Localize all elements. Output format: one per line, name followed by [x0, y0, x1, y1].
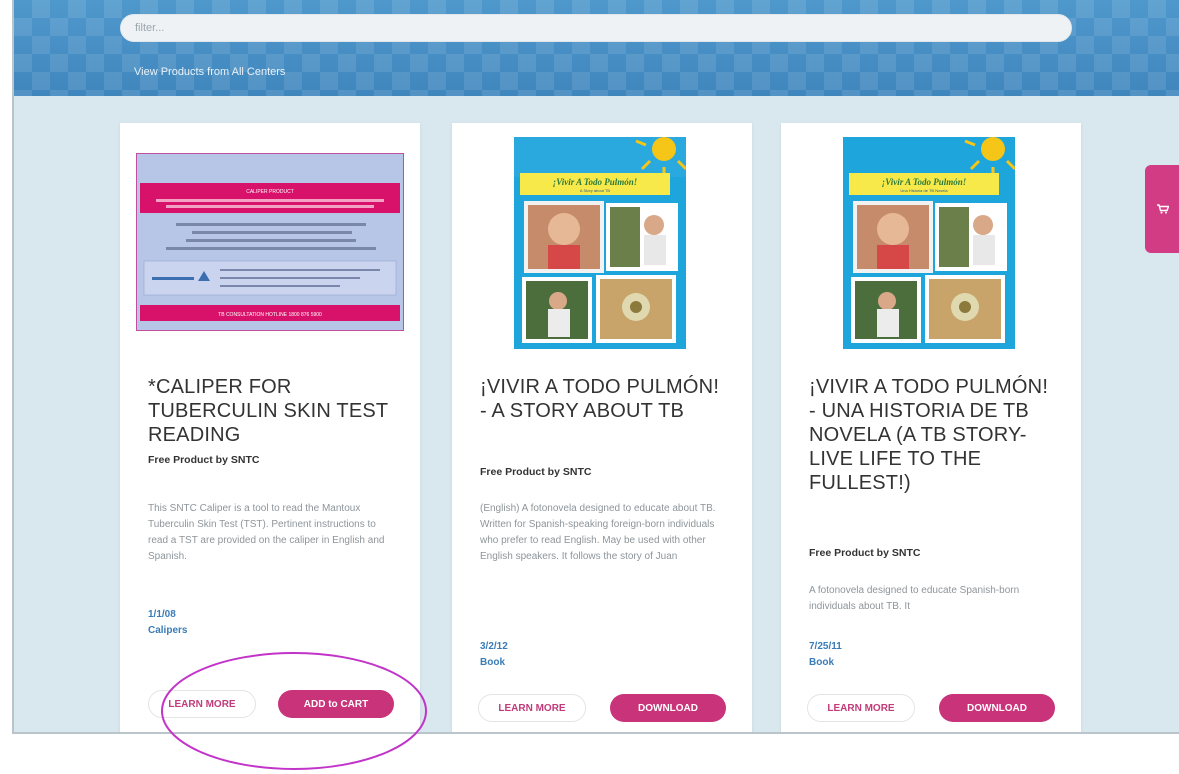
filter-input[interactable] — [120, 14, 1072, 42]
product-description: This SNTC Caliper is a tool to read the … — [148, 503, 385, 562]
product-date: 3/2/12 — [480, 641, 508, 652]
product-author: Free Product by SNTC — [480, 466, 592, 478]
learn-more-button[interactable]: LEARN MORE — [148, 690, 256, 718]
product-description: (English) A fotonovela designed to educa… — [480, 503, 716, 562]
product-title[interactable]: *CALIPER FOR TUBERCULIN SKIN TEST READIN… — [148, 375, 398, 447]
cart-tab[interactable] — [1145, 165, 1179, 253]
download-button[interactable]: DOWNLOAD — [939, 694, 1055, 722]
cover-title: ¡Vivir A Todo Pulmón! — [882, 177, 967, 187]
product-card-vivir-english: ¡Vivir A Todo Pulmón! A Story about TB ¡… — [452, 123, 752, 732]
vivir-cover-image-spanish: ¡Vivir A Todo Pulmón! Una Historia de TB… — [843, 137, 1015, 349]
screenshot-viewport: View Products from All Centers CALIPER P… — [0, 0, 1179, 774]
shopping-cart-icon — [1157, 204, 1169, 214]
product-title[interactable]: ¡VIVIR A TODO PULMÓN! - UNA HISTORIA DE … — [809, 375, 1059, 495]
learn-more-button[interactable]: LEARN MORE — [807, 694, 915, 722]
product-title[interactable]: ¡VIVIR A TODO PULMÓN! - A STORY ABOUT TB — [480, 375, 730, 423]
product-date: 1/1/08 — [148, 609, 176, 620]
caliper-product-image: CALIPER PRODUCT TB CONSULTATION HOTLINE … — [136, 153, 404, 331]
product-author: Free Product by SNTC — [148, 454, 260, 466]
learn-more-button[interactable]: LEARN MORE — [478, 694, 586, 722]
product-type: Book — [480, 657, 505, 668]
browser-content: View Products from All Centers CALIPER P… — [12, 0, 1179, 734]
product-card-vivir-spanish: ¡Vivir A Todo Pulmón! Una Historia de TB… — [781, 123, 1081, 732]
download-button[interactable]: DOWNLOAD — [610, 694, 726, 722]
product-type: Book — [809, 657, 834, 668]
add-to-cart-button[interactable]: ADD to CART — [278, 690, 394, 718]
cover-subtitle: Una Historia de TB Novela — [900, 188, 948, 193]
product-type: Calipers — [148, 625, 188, 636]
caliper-banner-top: CALIPER PRODUCT — [246, 189, 294, 195]
product-description: A fotonovela designed to educate Spanish… — [809, 585, 1020, 612]
vivir-cover-image-english: ¡Vivir A Todo Pulmón! A Story about TB — [514, 137, 686, 349]
product-card-caliper: CALIPER PRODUCT TB CONSULTATION HOTLINE … — [120, 123, 420, 732]
caliper-banner-bottom: TB CONSULTATION HOTLINE 1800 876 5900 — [218, 312, 322, 318]
cover-subtitle: A Story about TB — [580, 188, 610, 193]
header-band: View Products from All Centers — [14, 0, 1179, 96]
product-author: Free Product by SNTC — [809, 547, 921, 559]
cover-title: ¡Vivir A Todo Pulmón! — [553, 177, 638, 187]
product-date: 7/25/11 — [809, 641, 842, 652]
view-all-centers-link[interactable]: View Products from All Centers — [134, 66, 285, 78]
